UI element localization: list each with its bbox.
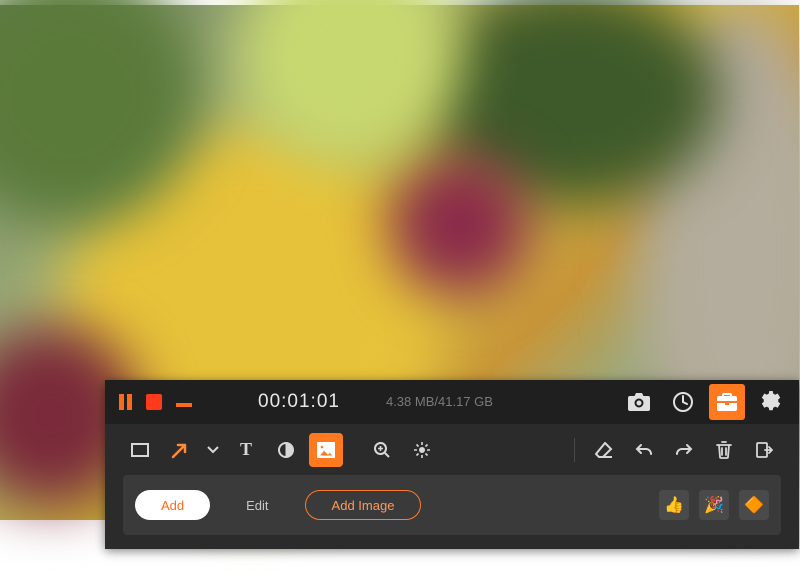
sticker-confetti-button[interactable]: 🎉 (699, 490, 729, 520)
annotation-toolbar: T (105, 424, 799, 476)
bg-decor (390, 155, 530, 295)
recorder-panel: 00:01:01 4.38 MB/41.17 GB (105, 380, 799, 549)
add-tab[interactable]: Add (135, 490, 210, 520)
briefcase-icon (717, 393, 737, 411)
gear-icon (760, 391, 782, 413)
stop-button[interactable] (146, 394, 162, 410)
redo-icon (675, 443, 693, 457)
settings-button[interactable] (753, 384, 789, 420)
clock-icon (672, 391, 694, 413)
sticker-shape-button[interactable]: 🔶 (739, 490, 769, 520)
pause-button[interactable] (119, 394, 132, 410)
toolbar-separator (574, 438, 575, 462)
arrow-tool[interactable] (163, 433, 197, 467)
minimize-button[interactable] (176, 403, 192, 407)
delete-button[interactable] (707, 433, 741, 467)
screenshot-button[interactable] (621, 384, 657, 420)
contrast-tool[interactable] (269, 433, 303, 467)
text-tool[interactable]: T (229, 433, 263, 467)
export-icon (755, 441, 773, 459)
file-size-status: 4.38 MB/41.17 GB (386, 394, 493, 409)
recorder-topbar: 00:01:01 4.38 MB/41.17 GB (105, 380, 799, 424)
redo-button[interactable] (667, 433, 701, 467)
contrast-icon (277, 441, 295, 459)
erase-tool[interactable] (587, 433, 621, 467)
schedule-button[interactable] (665, 384, 701, 420)
rectangle-tool[interactable] (123, 433, 157, 467)
toolbox-button[interactable] (709, 384, 745, 420)
text-icon: T (240, 439, 252, 460)
zoom-tool[interactable] (365, 433, 399, 467)
tool-dropdown[interactable] (203, 433, 223, 467)
focus-tool[interactable] (405, 433, 439, 467)
record-controls (119, 394, 192, 410)
undo-icon (635, 443, 653, 457)
camera-icon (628, 393, 650, 411)
arrow-icon (171, 441, 189, 459)
workspace-background: 00:01:01 4.38 MB/41.17 GB (0, 5, 799, 520)
recording-timer: 00:01:01 (258, 391, 340, 413)
export-button[interactable] (747, 433, 781, 467)
add-image-button[interactable]: Add Image (305, 490, 422, 520)
image-tool[interactable] (309, 433, 343, 467)
undo-button[interactable] (627, 433, 661, 467)
action-bar: Add Edit Add Image 👍 🎉 🔶 (123, 475, 781, 535)
edit-tab[interactable]: Edit (220, 490, 294, 520)
eraser-icon (595, 442, 613, 458)
trash-icon (716, 441, 732, 459)
image-icon (317, 442, 335, 458)
sticker-thumbs-button[interactable]: 👍 (659, 490, 689, 520)
focus-icon (413, 441, 431, 459)
rectangle-icon (131, 443, 149, 457)
zoom-icon (373, 441, 391, 459)
chevron-down-icon (207, 446, 219, 454)
